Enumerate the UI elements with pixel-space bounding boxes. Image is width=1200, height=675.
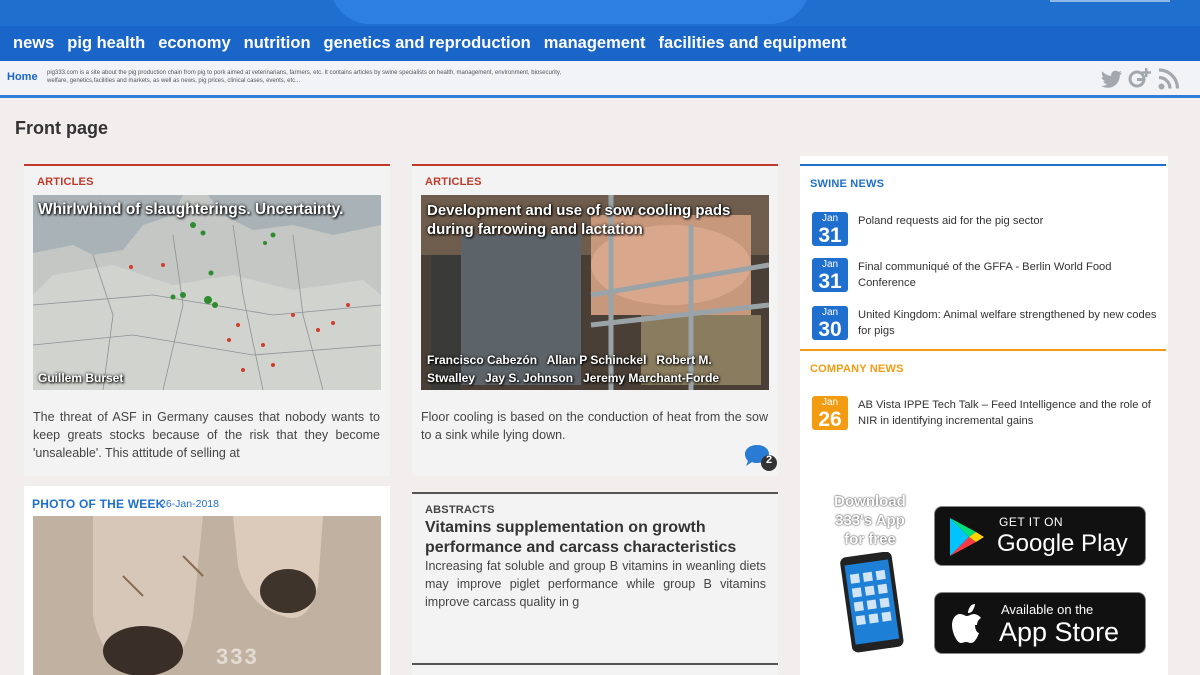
nav-item-management[interactable]: management xyxy=(544,34,646,53)
google-plus-icon[interactable] xyxy=(1128,67,1154,91)
article-title[interactable]: Whirlwhind of slaughterings. Uncertainty… xyxy=(38,201,343,219)
swine-news-divider xyxy=(800,164,1166,166)
pig-feet-photo xyxy=(33,516,381,675)
apple-icon xyxy=(952,604,981,643)
abstract-excerpt: Increasing fat soluble and group B vitam… xyxy=(425,559,766,609)
nav-item-nutrition[interactable]: nutrition xyxy=(244,34,311,53)
app-store-small-text: Available on the xyxy=(1001,602,1094,617)
article-authors-line-1[interactable]: Francisco Cabezón Allan P Schinckel Robe… xyxy=(427,353,712,367)
news-headline[interactable]: Final communiqué of the GFFA - Berlin Wo… xyxy=(858,259,1160,291)
swine-news-label: SWINE NEWS xyxy=(810,178,885,190)
next-card-stub xyxy=(412,663,778,675)
photo-of-week-date: 26-Jan-2018 xyxy=(160,498,219,510)
site-header xyxy=(0,0,1200,26)
news-headline[interactable]: Poland requests aid for the pig sector xyxy=(858,213,1160,229)
page-title-bar: Front page xyxy=(0,98,1200,156)
article-image-sows[interactable]: Development and use of sow cooling pads … xyxy=(421,195,769,390)
swine-news-item[interactable]: Jan 31 Poland requests aid for the pig s… xyxy=(812,212,1162,252)
abstract-card[interactable]: ABSTRACTS Vitamins supplementation on gr… xyxy=(412,492,778,662)
photo-of-week-label: PHOTO OF THE WEEK xyxy=(32,497,165,511)
header-top-link[interactable] xyxy=(1050,0,1170,2)
company-news-divider xyxy=(800,349,1166,351)
sidebar: SWINE NEWS Jan 31 Poland requests aid fo… xyxy=(800,156,1168,675)
company-news-item[interactable]: Jan 26 AB Vista IPPE Tech Talk – Feed In… xyxy=(812,396,1162,436)
breadcrumb: Home pig333.com is a site about the pig … xyxy=(0,61,1200,98)
photo-of-week-image[interactable]: 333 xyxy=(33,516,381,675)
breadcrumb-home-link[interactable]: Home xyxy=(7,71,38,83)
photo-watermark: 333 xyxy=(216,644,259,669)
news-headline[interactable]: AB Vista IPPE Tech Talk – Feed Intellige… xyxy=(858,397,1160,429)
date-badge: Jan 31 xyxy=(812,258,848,292)
news-headline[interactable]: United Kingdom: Animal welfare strengthe… xyxy=(858,307,1160,339)
google-plus-glyph-icon xyxy=(1128,68,1151,88)
nav-item-pig-health[interactable]: pig health xyxy=(67,34,145,53)
nav-item-economy[interactable]: economy xyxy=(158,34,230,53)
article-authors-line-2[interactable]: Stwalley Jay S. Johnson Jeremy Marchant-… xyxy=(427,371,719,385)
article-author[interactable]: Guillem Burset xyxy=(38,371,123,385)
google-play-big-text: Google Play xyxy=(997,530,1128,557)
google-play-small-text: GET IT ON xyxy=(999,515,1064,529)
twitter-bird-icon xyxy=(1101,70,1122,88)
article-card-2[interactable]: ARTICLES Development and use of sow cool… xyxy=(412,164,778,476)
nav-item-facilities[interactable]: facilities and equipment xyxy=(659,34,847,53)
swine-news-item[interactable]: Jan 30 United Kingdom: Animal welfare st… xyxy=(812,306,1162,346)
phone-icon xyxy=(838,551,906,659)
europe-map-image xyxy=(33,195,381,390)
abstract-card-label: ABSTRACTS xyxy=(425,504,495,516)
smartphone-app-icon xyxy=(840,551,904,653)
date-badge: Jan 30 xyxy=(812,306,848,340)
article-card-label: ARTICLES xyxy=(425,176,482,188)
date-badge: Jan 31 xyxy=(812,212,848,246)
app-promo-text: Download 333's App for free xyxy=(834,493,906,548)
article-excerpt: Floor cooling is based on the conduction… xyxy=(421,410,768,442)
google-play-icon xyxy=(950,518,984,556)
article-image-map[interactable]: Whirlwhind of slaughterings. Uncertainty… xyxy=(33,195,381,390)
nav-item-genetics[interactable]: genetics and reproduction xyxy=(324,34,531,53)
main-nav: news pig health economy nutrition geneti… xyxy=(0,26,1200,61)
app-store-button[interactable]: Available on the App Store xyxy=(934,592,1146,654)
article-card-label: ARTICLES xyxy=(37,176,94,188)
photo-of-week-card[interactable]: PHOTO OF THE WEEK 26-Jan-2018 333 xyxy=(24,486,390,675)
twitter-icon[interactable] xyxy=(1099,67,1125,91)
article-title[interactable]: Development and use of sow cooling pads … xyxy=(427,201,762,239)
date-badge: Jan 26 xyxy=(812,396,848,430)
site-logo[interactable] xyxy=(330,0,810,24)
app-store-big-text: App Store xyxy=(999,617,1120,647)
rss-icon[interactable] xyxy=(1156,67,1182,91)
abstract-title[interactable]: Vitamins supplementation on growth perfo… xyxy=(425,518,770,558)
site-description: pig333.com is a site about the pig produ… xyxy=(47,70,562,84)
company-news-label: COMPANY NEWS xyxy=(810,363,904,375)
article-card-1[interactable]: ARTICLES Whirlwhind of slaughterings. Un… xyxy=(24,164,390,476)
comments-count: 2 xyxy=(765,454,773,466)
nav-item-news[interactable]: news xyxy=(13,34,54,53)
google-play-button[interactable]: GET IT ON Google Play xyxy=(934,506,1146,566)
comments-badge[interactable]: 2 xyxy=(742,444,780,472)
article-excerpt: The threat of ASF in Germany causes that… xyxy=(33,410,380,460)
swine-news-item[interactable]: Jan 31 Final communiqué of the GFFA - Be… xyxy=(812,258,1162,298)
page-title: Front page xyxy=(15,118,108,138)
rss-glyph-icon xyxy=(1158,68,1180,90)
